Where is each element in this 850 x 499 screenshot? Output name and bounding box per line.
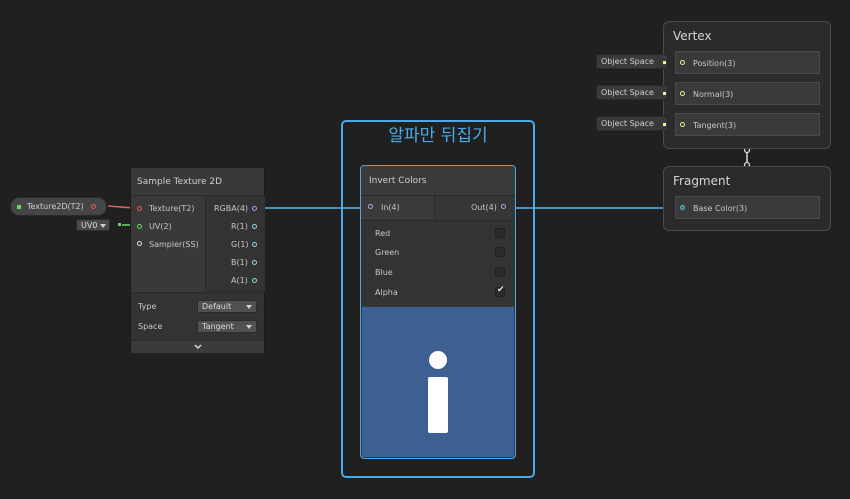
space-dropdown[interactable]: Tangent bbox=[197, 320, 257, 333]
sample-texture-2d-node[interactable]: Sample Texture 2D Texture(T2) UV(2) Samp… bbox=[130, 167, 265, 353]
b-output-label: B(1) bbox=[231, 258, 248, 267]
fragment-title: Fragment bbox=[673, 174, 731, 188]
position-port[interactable] bbox=[680, 60, 685, 65]
space-value: Tangent bbox=[202, 322, 234, 331]
node-title: Invert Colors bbox=[369, 176, 427, 186]
expand-preview-bar[interactable] bbox=[131, 340, 264, 353]
in-input-label: In(4) bbox=[381, 203, 400, 212]
chevron-down-icon bbox=[100, 224, 106, 228]
texture-property-node[interactable]: Texture2D(T2) bbox=[10, 197, 107, 216]
red-channel-checkbox[interactable] bbox=[495, 228, 505, 238]
invert-colors-node[interactable]: Invert Colors In(4) Out(4) Red Green Blu… bbox=[360, 165, 516, 459]
a-output-port[interactable] bbox=[252, 278, 257, 283]
check-icon: ✔ bbox=[497, 285, 505, 295]
texture-property-port[interactable] bbox=[91, 204, 96, 209]
alpha-channel-label: Alpha bbox=[375, 288, 398, 297]
normal-label: Normal(3) bbox=[693, 90, 734, 99]
tangent-port[interactable] bbox=[680, 122, 685, 127]
base-color-port[interactable] bbox=[680, 205, 685, 210]
uv-selector-indicator bbox=[118, 223, 121, 226]
property-indicator bbox=[17, 205, 21, 209]
blue-channel-label: Blue bbox=[375, 268, 393, 277]
base-color-label: Base Color(3) bbox=[693, 204, 748, 213]
g-output-port[interactable] bbox=[252, 242, 257, 247]
in-input-port[interactable] bbox=[368, 204, 373, 209]
tangent-space-node[interactable]: Object Space bbox=[596, 116, 668, 131]
normal-space-label: Object Space bbox=[601, 88, 654, 97]
uv-input-label: UV(2) bbox=[149, 222, 172, 231]
texture-property-label: Texture2D(T2) bbox=[27, 202, 84, 211]
chevron-down-icon bbox=[194, 344, 202, 350]
position-space-node[interactable]: Object Space bbox=[596, 54, 668, 69]
vertex-title: Vertex bbox=[673, 29, 712, 43]
red-channel-label: Red bbox=[375, 229, 391, 238]
uv-channel-value: UV0 bbox=[81, 221, 98, 230]
tangent-space-label: Object Space bbox=[601, 119, 654, 128]
normal-space-indicator bbox=[663, 92, 666, 95]
tangent-label: Tangent(3) bbox=[693, 121, 737, 130]
r-output-port[interactable] bbox=[252, 224, 257, 229]
position-space-indicator bbox=[663, 61, 666, 64]
node-title: Sample Texture 2D bbox=[137, 177, 223, 187]
blue-channel-checkbox[interactable] bbox=[495, 267, 505, 277]
info-icon bbox=[428, 351, 448, 433]
space-label: Space bbox=[138, 322, 163, 331]
normal-space-node[interactable]: Object Space bbox=[596, 85, 668, 100]
uv-input-port[interactable] bbox=[137, 224, 142, 229]
type-dropdown[interactable]: Default bbox=[197, 300, 257, 313]
green-channel-checkbox[interactable] bbox=[495, 247, 505, 257]
position-space-label: Object Space bbox=[601, 57, 654, 66]
b-output-port[interactable] bbox=[252, 260, 257, 265]
a-output-label: A(1) bbox=[231, 276, 248, 285]
sampler-input-port[interactable] bbox=[137, 241, 142, 246]
position-label: Position(3) bbox=[693, 59, 736, 68]
uv-channel-dropdown[interactable]: UV0 bbox=[76, 219, 110, 231]
rgba-output-label: RGBA(4) bbox=[214, 204, 249, 213]
rgba-output-port[interactable] bbox=[252, 206, 257, 211]
r-output-label: R(1) bbox=[231, 222, 248, 231]
out-output-label: Out(4) bbox=[471, 203, 497, 212]
sampler-input-label: Sampler(SS) bbox=[149, 240, 199, 249]
texture-input-label: Texture(T2) bbox=[149, 204, 195, 213]
type-label: Type bbox=[138, 302, 157, 311]
normal-port[interactable] bbox=[680, 91, 685, 96]
chevron-down-icon bbox=[246, 305, 252, 309]
alpha-channel-checkbox[interactable]: ✔ bbox=[495, 285, 505, 297]
type-value: Default bbox=[202, 302, 232, 311]
node-preview bbox=[362, 307, 514, 457]
g-output-label: G(1) bbox=[231, 240, 249, 249]
tangent-space-indicator bbox=[663, 123, 666, 126]
texture-input-port[interactable] bbox=[137, 206, 142, 211]
chevron-down-icon bbox=[246, 325, 252, 329]
group-title[interactable]: 알파만 뒤집기 bbox=[341, 121, 535, 146]
green-channel-label: Green bbox=[375, 248, 400, 257]
out-output-port[interactable] bbox=[501, 204, 506, 209]
